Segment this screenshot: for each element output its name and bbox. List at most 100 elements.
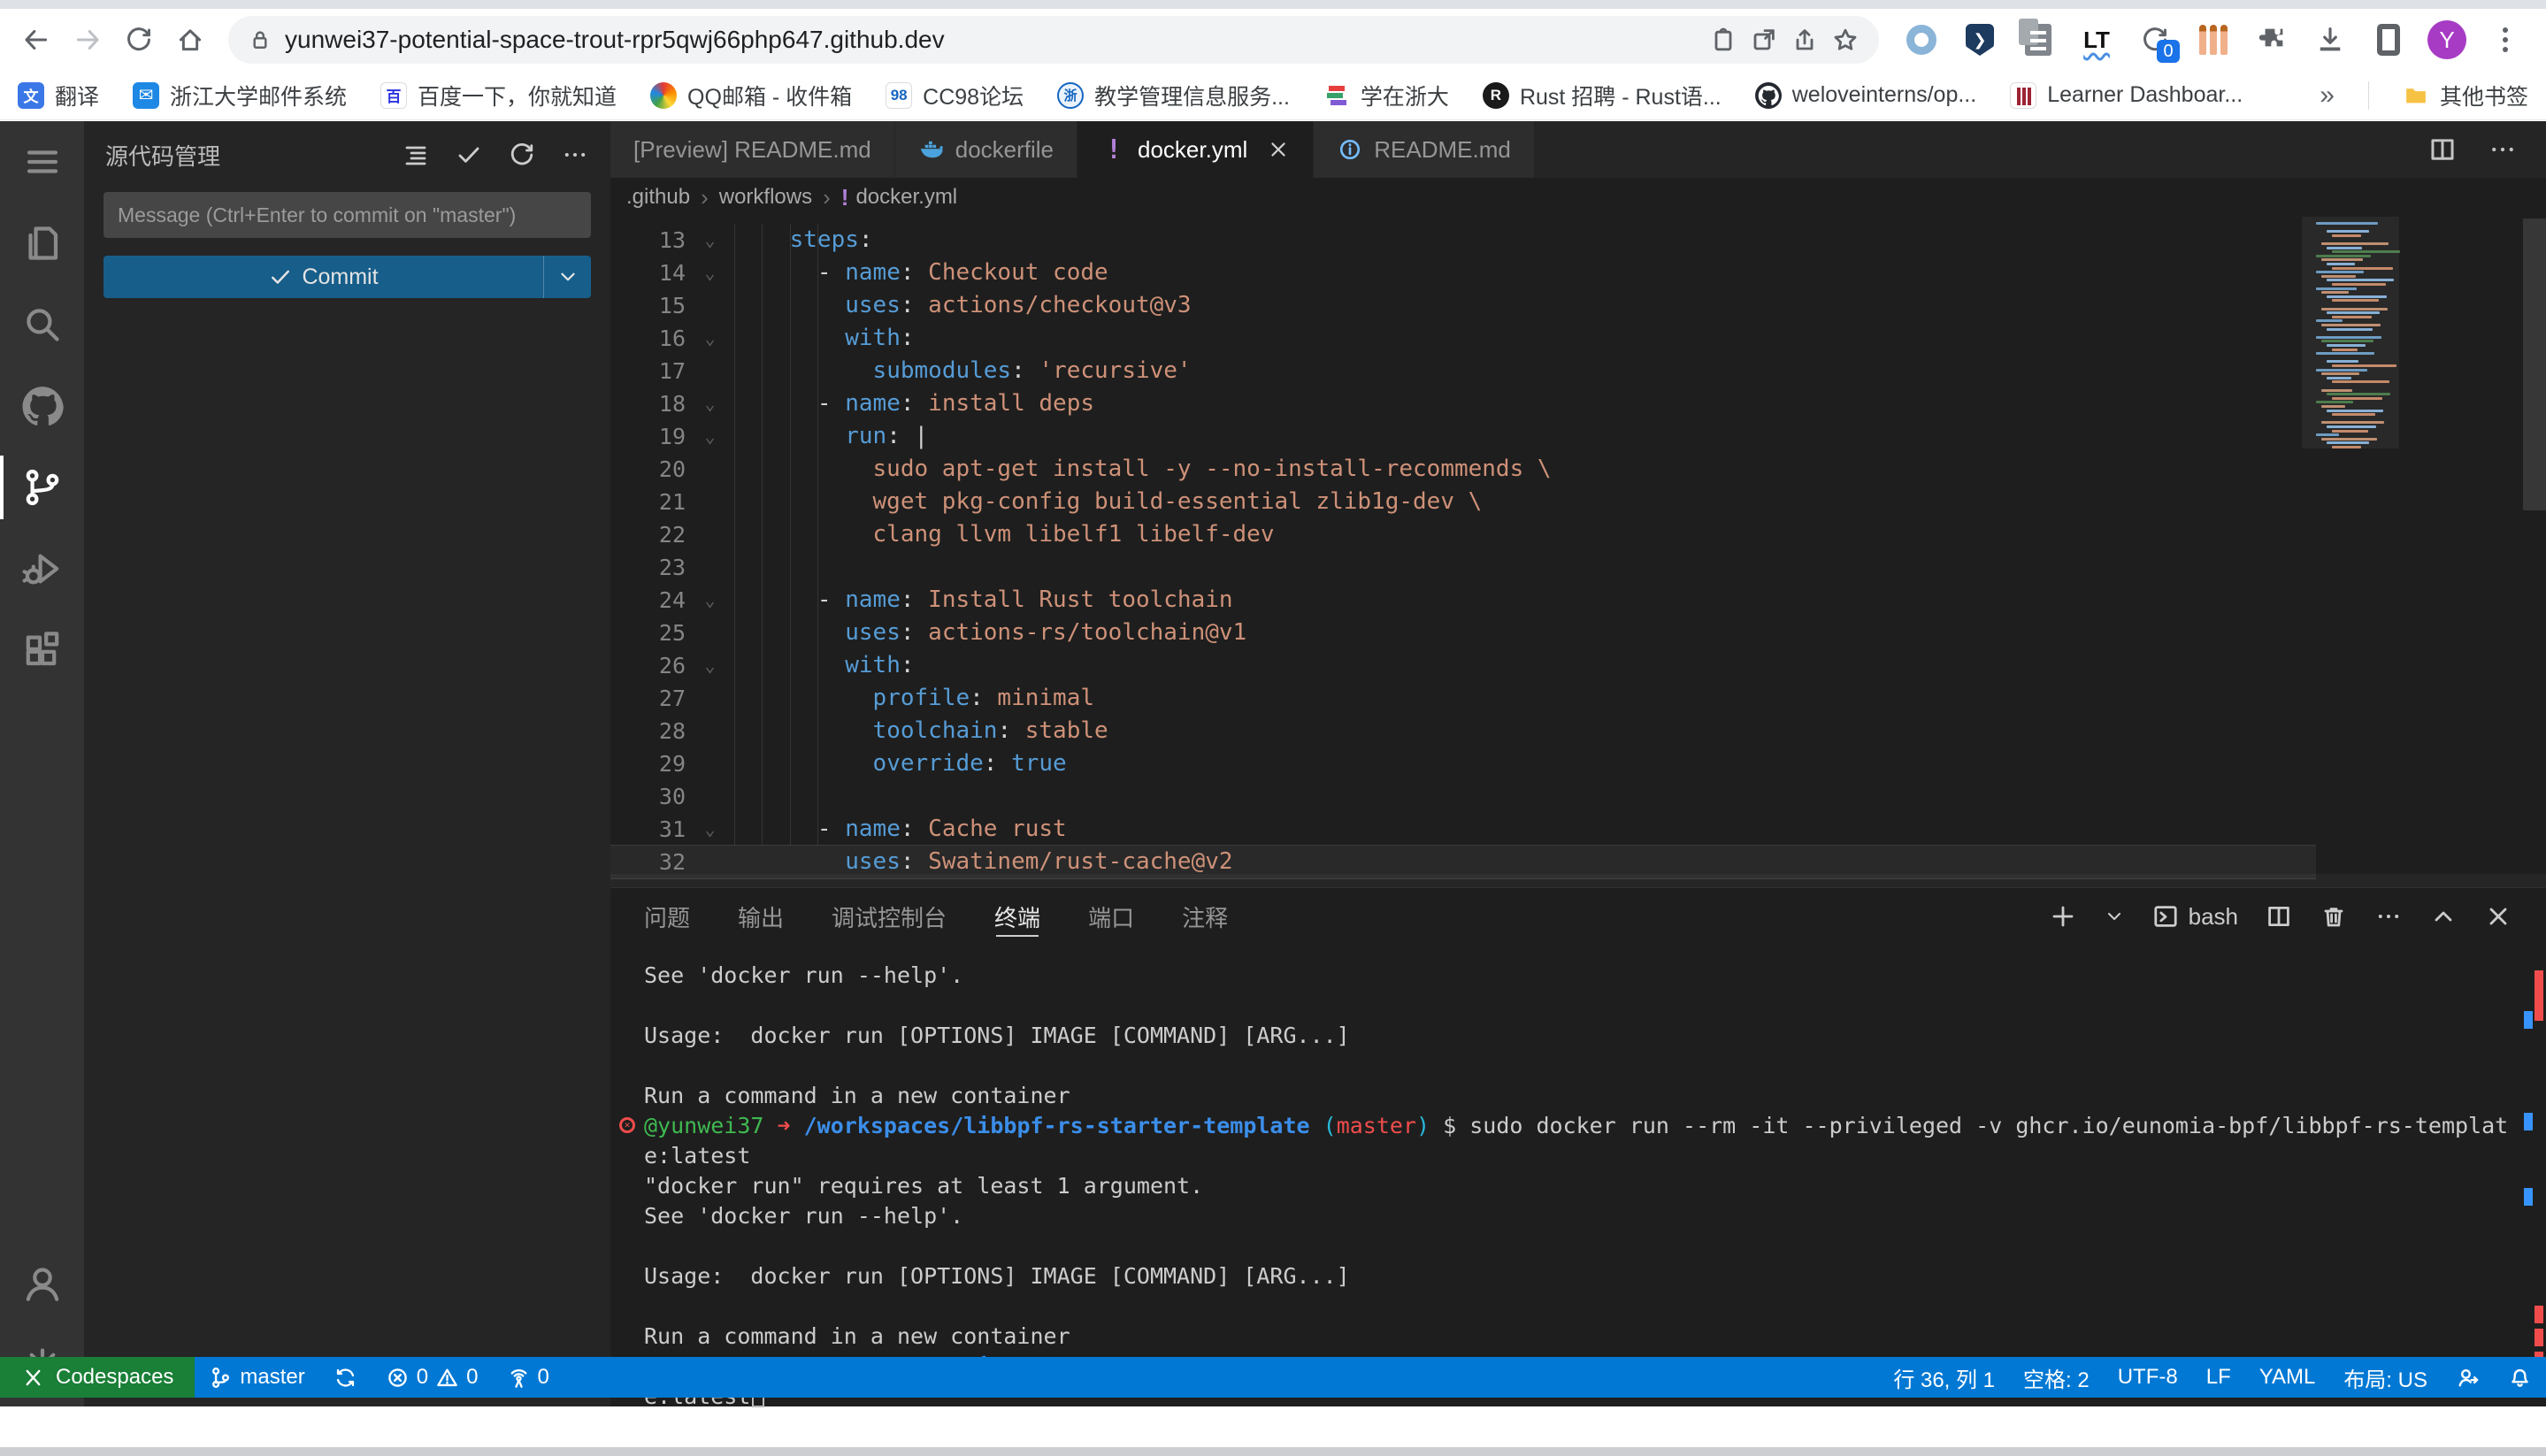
bullets-extension-icon[interactable] xyxy=(2194,20,2233,59)
remote-indicator[interactable]: Codespaces xyxy=(0,1357,195,1398)
reload-button[interactable] xyxy=(115,16,163,64)
fold-icon[interactable]: ⌄ xyxy=(686,420,734,453)
panel-tab-终端[interactable]: 终端 xyxy=(994,888,1040,945)
more-actions-icon[interactable] xyxy=(561,141,589,169)
sidebar-item-explorer[interactable] xyxy=(0,203,84,284)
minimap-line xyxy=(2327,425,2376,428)
status-item[interactable]: 布局: US xyxy=(2329,1362,2442,1393)
editor-horizontal-scrollbar[interactable] xyxy=(610,874,2546,887)
bookmarks-overflow-chevron[interactable]: » xyxy=(2320,80,2335,111)
open-in-new-icon[interactable] xyxy=(1750,26,1778,54)
forward-button[interactable] xyxy=(64,16,111,64)
sidebar-item-search[interactable] xyxy=(0,284,84,365)
fold-icon[interactable]: ⌄ xyxy=(686,387,734,420)
feedback-button[interactable] xyxy=(2442,1366,2494,1390)
commit-dropdown[interactable] xyxy=(543,256,591,298)
code-editor[interactable]: 13⌄ steps:14⌄ - name: Checkout code15 us… xyxy=(610,217,2546,887)
commit-button[interactable]: Commit xyxy=(104,256,591,298)
clipboard-icon[interactable] xyxy=(1709,26,1737,54)
tab-dockerfile[interactable]: dockerfile xyxy=(895,121,1077,178)
extension-shield-icon[interactable]: ❯ xyxy=(1960,20,1999,59)
new-terminal-icon[interactable] xyxy=(2049,902,2077,931)
editor-more-icon[interactable] xyxy=(2488,134,2518,165)
sidebar-item-github[interactable] xyxy=(0,365,84,447)
extensions-puzzle-icon[interactable] xyxy=(2252,20,2291,59)
browser-avatar[interactable]: Y xyxy=(2427,20,2466,59)
chevron-right-icon: › xyxy=(701,184,709,211)
other-bookmarks[interactable]: 其他书签 xyxy=(2403,80,2528,111)
view-as-list-icon[interactable] xyxy=(402,141,430,169)
sidebar-item-run-debug[interactable] xyxy=(0,528,84,609)
status-item[interactable]: 空格: 2 xyxy=(2009,1362,2104,1393)
tab--preview-readme-md[interactable]: [Preview] README.md xyxy=(610,121,895,178)
menu-button[interactable] xyxy=(0,121,84,203)
split-terminal-icon[interactable] xyxy=(2265,902,2293,931)
terminal[interactable]: See 'docker run --help'.Usage: docker ru… xyxy=(644,961,2519,1406)
search-icon xyxy=(21,303,64,346)
sidebar-item-extensions[interactable] xyxy=(0,609,84,691)
home-button[interactable] xyxy=(166,16,214,64)
sync-button[interactable] xyxy=(319,1357,372,1398)
fold-icon[interactable]: ⌄ xyxy=(686,322,734,355)
panel-tab-输出[interactable]: 输出 xyxy=(738,888,784,945)
languagetool-icon[interactable]: LT xyxy=(2077,20,2116,59)
bookmark-item[interactable]: 98CC98论坛 xyxy=(886,80,1024,111)
panel-tab-调试控制台[interactable]: 调试控制台 xyxy=(832,888,947,945)
status-item[interactable]: 行 36, 列 1 xyxy=(1879,1362,2009,1393)
fold-icon[interactable]: ⌄ xyxy=(686,649,734,682)
url-bar[interactable]: yunwei37-potential-space-trout-rpr5qwj66… xyxy=(228,16,1879,64)
fold-icon[interactable]: ⌄ xyxy=(686,813,734,846)
back-button[interactable] xyxy=(12,16,60,64)
bookmark-item[interactable]: ✉浙江大学邮件系统 xyxy=(133,80,347,111)
panel-tab-注释[interactable]: 注释 xyxy=(1182,888,1228,945)
fold-icon[interactable]: ⌄ xyxy=(686,257,734,289)
status-item[interactable]: YAML xyxy=(2245,1365,2330,1390)
bookmark-item[interactable]: weloveinterns/op... xyxy=(1755,82,1976,109)
fold-icon[interactable]: ⌄ xyxy=(686,584,734,617)
panel-tab-端口[interactable]: 端口 xyxy=(1088,888,1134,945)
bookmark-item[interactable]: Learner Dashboar... xyxy=(2010,82,2243,109)
fold-icon[interactable]: ⌄ xyxy=(686,224,734,257)
terminal-picker-chevron-icon[interactable] xyxy=(2104,906,2125,927)
terminal-instance[interactable]: bash xyxy=(2151,902,2238,931)
commit-message-input[interactable] xyxy=(104,192,591,238)
editor-scrollbar[interactable] xyxy=(2523,218,2546,510)
ports-indicator[interactable]: 0 xyxy=(493,1357,564,1398)
bookmark-item[interactable]: RRust 招聘 - Rust语... xyxy=(1483,80,1722,111)
maximize-panel-icon[interactable] xyxy=(2429,902,2458,931)
breadcrumb-folder[interactable]: .github xyxy=(626,185,690,210)
extension-ring-icon[interactable] xyxy=(1902,20,1941,59)
status-item[interactable]: LF xyxy=(2192,1365,2245,1390)
tab-readme-md[interactable]: README.md xyxy=(1314,121,1535,178)
bookmark-item[interactable]: 浙教学管理信息服务... xyxy=(1057,80,1290,111)
commit-action-icon[interactable] xyxy=(455,141,483,169)
kill-terminal-icon[interactable] xyxy=(2320,902,2348,931)
problems-indicator[interactable]: 0 0 xyxy=(372,1357,493,1398)
bookmark-item[interactable]: 文翻译 xyxy=(18,80,99,111)
tab-docker-yml[interactable]: !docker.yml xyxy=(1077,121,1314,178)
bookmark-item[interactable]: 学在浙大 xyxy=(1323,80,1449,111)
sidepanel-icon[interactable] xyxy=(2369,20,2408,59)
bookmark-star-icon[interactable] xyxy=(1831,26,1860,54)
refresh-scm-icon[interactable] xyxy=(508,141,536,169)
account-button[interactable] xyxy=(0,1244,84,1325)
share-icon[interactable] xyxy=(1791,26,1819,54)
downloads-icon[interactable] xyxy=(2311,20,2350,59)
branch-indicator[interactable]: master xyxy=(195,1357,318,1398)
panel-tab-问题[interactable]: 问题 xyxy=(644,888,690,945)
extension-docs-icon[interactable] xyxy=(2019,20,2058,59)
browser-menu-icon[interactable] xyxy=(2486,20,2525,59)
status-item[interactable]: UTF-8 xyxy=(2104,1365,2192,1390)
breadcrumb-file[interactable]: ! docker.yml xyxy=(841,184,957,211)
close-icon[interactable] xyxy=(1267,138,1290,161)
sidebar-item-source-control[interactable] xyxy=(0,447,84,528)
breadcrumb-folder[interactable]: workflows xyxy=(719,185,812,210)
bookmark-item[interactable]: 百百度一下，你就知道 xyxy=(380,80,617,111)
minimap[interactable] xyxy=(2314,222,2387,691)
close-panel-icon[interactable] xyxy=(2484,902,2512,931)
bookmark-item[interactable]: QQ邮箱 - 收件箱 xyxy=(650,80,852,111)
split-editor-icon[interactable] xyxy=(2427,134,2458,165)
refresh-extension-icon[interactable]: 0 xyxy=(2136,20,2174,59)
notifications-button[interactable] xyxy=(2494,1366,2546,1390)
panel-more-icon[interactable] xyxy=(2374,902,2403,931)
